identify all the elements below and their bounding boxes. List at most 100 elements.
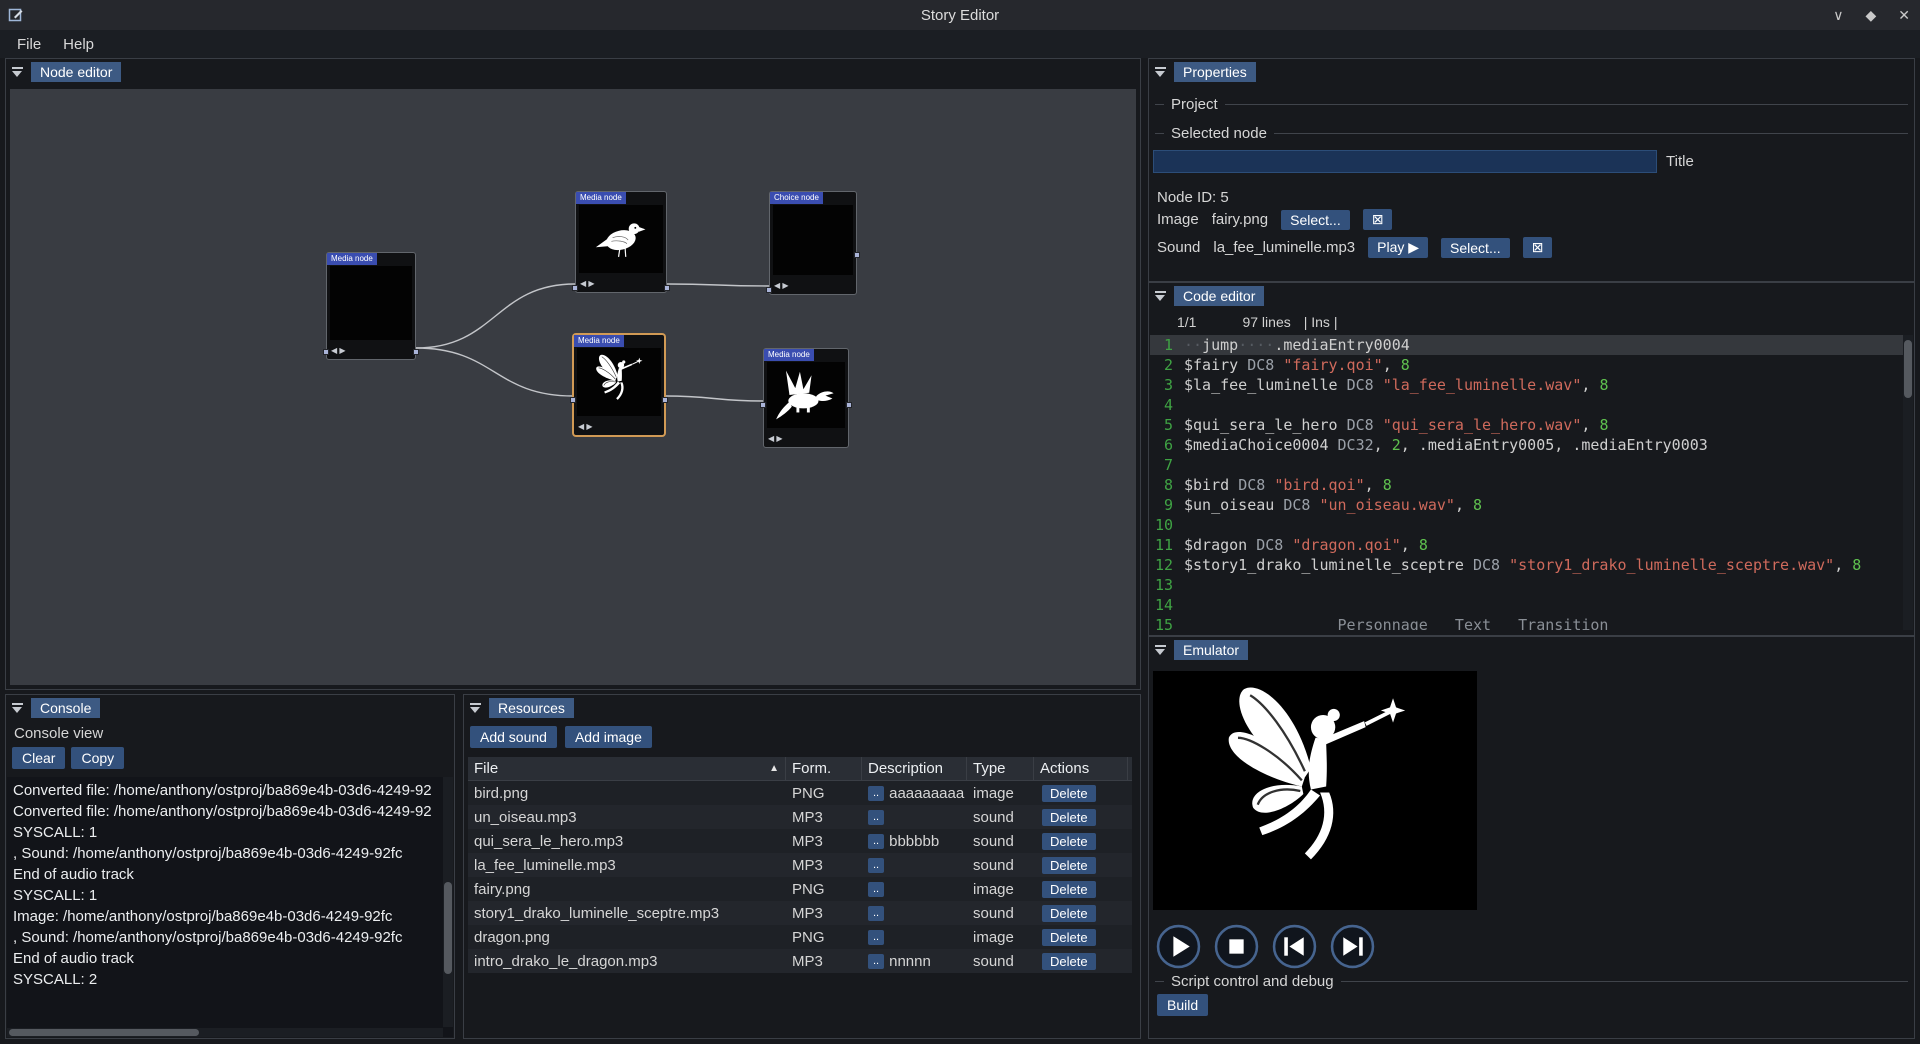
- node-title-input[interactable]: [1153, 150, 1657, 173]
- table-row[interactable]: qui_sera_le_hero.mp3MP3..bbbbbbsoundDele…: [468, 829, 1132, 853]
- edit-description-button[interactable]: ..: [868, 858, 884, 873]
- node-choice[interactable]: Choice node◀ ▶: [769, 191, 857, 295]
- sound-play-button[interactable]: Play ▶: [1368, 237, 1428, 258]
- clear-button[interactable]: Clear: [12, 747, 65, 769]
- image-select-button[interactable]: Select...: [1281, 210, 1350, 230]
- collapse-icon[interactable]: [11, 702, 24, 715]
- close-button[interactable]: ✕: [1898, 7, 1910, 24]
- node-port[interactable]: [662, 397, 668, 403]
- properties-title: Properties: [1174, 62, 1256, 82]
- next-button[interactable]: [1330, 924, 1375, 969]
- console-log-line: SYSCALL: 1: [13, 822, 447, 843]
- delete-button[interactable]: Delete: [1042, 881, 1096, 898]
- code-line[interactable]: 1··jump····.mediaEntry0004: [1150, 335, 1913, 355]
- delete-button[interactable]: Delete: [1042, 785, 1096, 802]
- code-line[interactable]: 5$qui_sera_le_hero DC8 "qui_sera_le_hero…: [1150, 415, 1913, 435]
- code-line[interactable]: 7: [1150, 455, 1913, 475]
- node-port[interactable]: [664, 285, 670, 291]
- app-icon: [8, 7, 24, 23]
- code-line[interactable]: 6$mediaChoice0004 DC32, 2, .mediaEntry00…: [1150, 435, 1913, 455]
- add-sound-button[interactable]: Add sound: [470, 726, 557, 748]
- collapse-icon[interactable]: [1154, 644, 1167, 657]
- table-row[interactable]: fairy.pngPNG..imageDelete: [468, 877, 1132, 901]
- collapse-icon[interactable]: [1154, 290, 1167, 303]
- edit-description-button[interactable]: ..: [868, 882, 884, 897]
- table-row[interactable]: dragon.pngPNG..imageDelete: [468, 925, 1132, 949]
- node-port[interactable]: [854, 252, 860, 258]
- code-line[interactable]: 14: [1150, 595, 1913, 615]
- col-header-description[interactable]: Description: [862, 757, 967, 780]
- sound-clear-button[interactable]: ⊠: [1523, 237, 1553, 258]
- delete-button[interactable]: Delete: [1042, 833, 1096, 850]
- image-clear-button[interactable]: ⊠: [1363, 209, 1393, 230]
- maximize-button[interactable]: ◆: [1865, 7, 1876, 24]
- delete-button[interactable]: Delete: [1042, 857, 1096, 874]
- play-button[interactable]: [1156, 924, 1201, 969]
- col-header-format[interactable]: Form.: [786, 757, 862, 780]
- code-line[interactable]: 9$un_oiseau DC8 "un_oiseau.wav", 8: [1150, 495, 1913, 515]
- cell-description: ..: [862, 877, 967, 901]
- node-fairy[interactable]: Media node◀ ▶: [573, 334, 665, 436]
- node-port[interactable]: [572, 285, 578, 291]
- node-start[interactable]: Media node◀ ▶: [326, 252, 416, 360]
- title-field-label: Title: [1666, 153, 1694, 170]
- collapse-icon[interactable]: [469, 702, 482, 715]
- scrollbar-thumb[interactable]: [1904, 340, 1912, 398]
- delete-button[interactable]: Delete: [1042, 809, 1096, 826]
- code-line[interactable]: 13: [1150, 575, 1913, 595]
- menu-file[interactable]: File: [6, 33, 52, 56]
- edit-description-button[interactable]: ..: [868, 834, 884, 849]
- table-row[interactable]: story1_drako_luminelle_sceptre.mp3MP3..s…: [468, 901, 1132, 925]
- node-bird[interactable]: Media node◀ ▶: [575, 191, 667, 293]
- node-port[interactable]: [570, 397, 576, 403]
- line-count: 97 lines: [1242, 314, 1290, 330]
- edit-description-button[interactable]: ..: [868, 954, 884, 969]
- build-button[interactable]: Build: [1157, 994, 1208, 1016]
- copy-button[interactable]: Copy: [71, 747, 124, 769]
- code-line[interactable]: 10: [1150, 515, 1913, 535]
- code-editor-area[interactable]: 1··jump····.mediaEntry00042$fairy DC8 "f…: [1150, 335, 1913, 630]
- prev-button[interactable]: [1272, 924, 1317, 969]
- fairy-image: [582, 352, 656, 412]
- console-view[interactable]: Converted file: /home/anthony/ostproj/ba…: [7, 777, 453, 1037]
- node-editor-panel: Node editor Media node◀ ▶Media node◀ ▶Ch…: [5, 58, 1141, 690]
- stop-button[interactable]: [1214, 924, 1259, 969]
- node-canvas[interactable]: Media node◀ ▶ Media node◀ ▶ Choice node◀ ▶…: [10, 89, 1136, 685]
- code-line[interactable]: 3$la_fee_luminelle DC8 "la_fee_luminelle…: [1150, 375, 1913, 395]
- collapse-icon[interactable]: [11, 66, 24, 79]
- table-row[interactable]: intro_drako_le_dragon.mp3MP3..nnnnnsound…: [468, 949, 1132, 973]
- scrollbar-thumb[interactable]: [9, 1029, 199, 1036]
- edit-description-button[interactable]: ..: [868, 810, 884, 825]
- sound-select-button[interactable]: Select...: [1441, 238, 1510, 258]
- node-dragon[interactable]: Media node◀ ▶: [763, 348, 849, 448]
- node-footer: ◀ ▶: [331, 343, 411, 357]
- delete-button[interactable]: Delete: [1042, 905, 1096, 922]
- col-header-actions[interactable]: Actions: [1034, 757, 1128, 780]
- edit-description-button[interactable]: ..: [868, 930, 884, 945]
- table-row[interactable]: la_fee_luminelle.mp3MP3..soundDelete: [468, 853, 1132, 877]
- col-header-file[interactable]: File ▲: [468, 757, 786, 780]
- col-header-type[interactable]: Type: [967, 757, 1034, 780]
- code-line[interactable]: 11$dragon DC8 "dragon.qoi", 8: [1150, 535, 1913, 555]
- node-port[interactable]: [413, 349, 419, 355]
- node-port[interactable]: [760, 402, 766, 408]
- table-row[interactable]: bird.pngPNG..aaaaaaaaaimageDelete: [468, 781, 1132, 805]
- add-image-button[interactable]: Add image: [565, 726, 652, 748]
- edit-description-button[interactable]: ..: [868, 906, 884, 921]
- code-line[interactable]: 8$bird DC8 "bird.qoi", 8: [1150, 475, 1913, 495]
- collapse-icon[interactable]: [1154, 66, 1167, 79]
- code-line[interactable]: 4: [1150, 395, 1913, 415]
- node-port[interactable]: [323, 349, 329, 355]
- table-row[interactable]: un_oiseau.mp3MP3..soundDelete: [468, 805, 1132, 829]
- minimize-button[interactable]: ∨: [1833, 7, 1843, 24]
- code-line[interactable]: 12$story1_drako_luminelle_sceptre DC8 "s…: [1150, 555, 1913, 575]
- node-port[interactable]: [846, 402, 852, 408]
- menu-help[interactable]: Help: [52, 33, 105, 56]
- node-port[interactable]: [766, 287, 772, 293]
- code-line[interactable]: 2$fairy DC8 "fairy.qoi", 8: [1150, 355, 1913, 375]
- delete-button[interactable]: Delete: [1042, 953, 1096, 970]
- delete-button[interactable]: Delete: [1042, 929, 1096, 946]
- edit-description-button[interactable]: ..: [868, 786, 884, 801]
- scrollbar-thumb[interactable]: [444, 882, 452, 974]
- code-line[interactable]: 15 Personnage Text Transition: [1150, 615, 1913, 630]
